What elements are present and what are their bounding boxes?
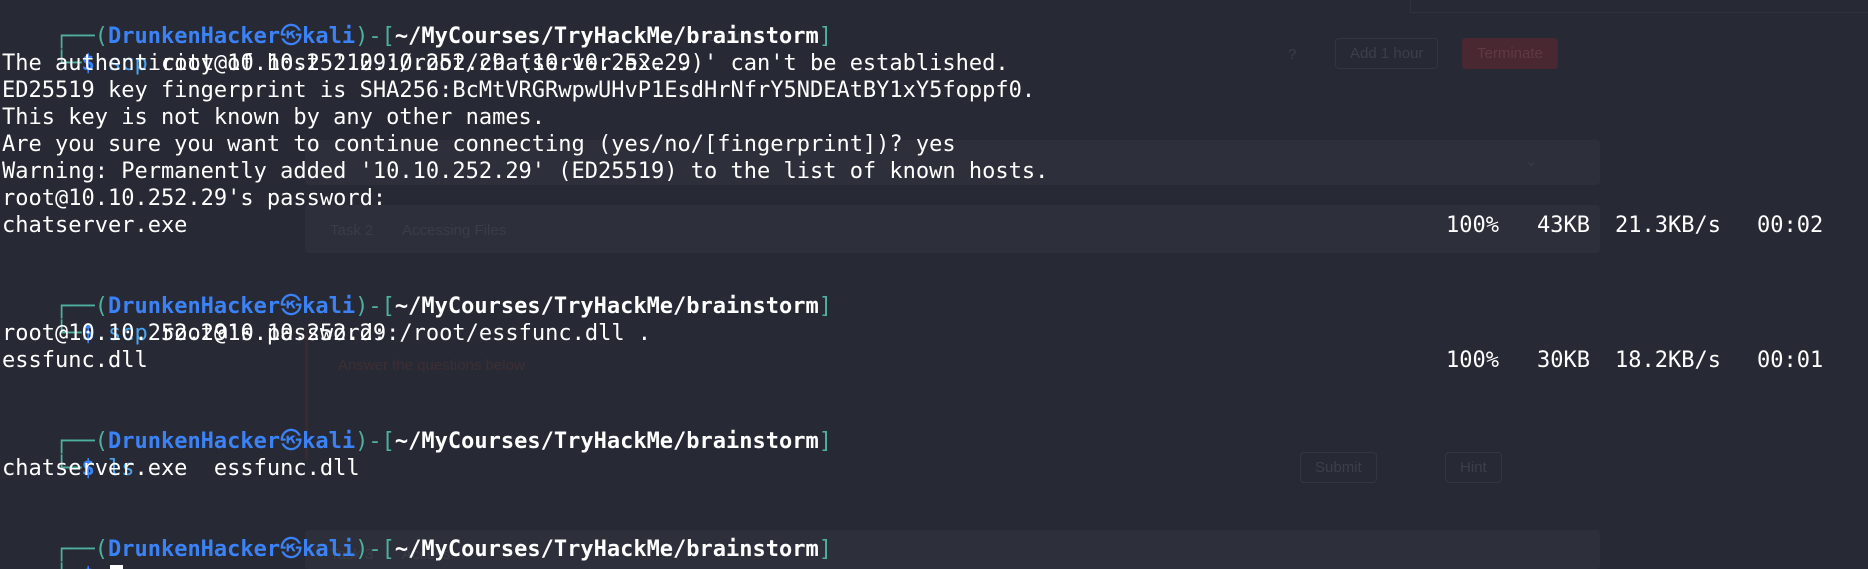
command-line: └─$ ls: [2, 428, 135, 481]
transfer-time: 00:01: [1757, 348, 1824, 373]
output-line: Warning: Permanently added '10.10.252.29…: [2, 159, 1049, 184]
transfer-size: 43KB: [1537, 213, 1590, 238]
prompt-user: DrunkenHacker: [107, 537, 281, 562]
prompt-line: ┌──(DrunkenHacker㉿kali)-[~/MyCourses/Try…: [2, 0, 832, 49]
transfer-rate: 21.3KB/s: [1615, 213, 1721, 238]
prompt-frame: ]: [818, 429, 832, 454]
output-line: root@10.10.252.29's password:: [2, 186, 400, 211]
transfer-time: 00:02: [1757, 213, 1824, 238]
background-divider: [1410, 0, 1868, 13]
prompt-line: ┌──(DrunkenHacker㉿kali)-[~/MyCourses/Try…: [2, 401, 832, 454]
transfer-percent: 100%: [1446, 348, 1499, 373]
prompt-cwd: ~/MyCourses/TryHackMe/brainstorm: [394, 429, 819, 454]
prompt-frame: )-[: [355, 537, 395, 562]
transfer-size: 30KB: [1537, 348, 1590, 373]
ls-output: chatserver.exe essfunc.dll: [2, 456, 360, 481]
transfer-percent: 100%: [1446, 213, 1499, 238]
prompt-frame: ]: [818, 294, 832, 319]
prompt-host: kali: [302, 537, 356, 562]
transfer-file: chatserver.exe: [2, 213, 188, 238]
answer-prompt: Answer the questions below: [338, 357, 525, 374]
prompt-frame: └─: [55, 564, 82, 569]
prompt-dollar: $: [81, 564, 94, 569]
chevron-down-icon: ⌄: [1525, 153, 1538, 170]
command-line: └─$ scp root@10.10.252.29:/root/chatserv…: [2, 23, 691, 76]
text-cursor[interactable]: [109, 565, 123, 569]
output-line: ED25519 key fingerprint is SHA256:BcMtVR…: [2, 78, 1036, 103]
prompt-at-icon: ㉿: [280, 537, 303, 562]
prompt-line: ┌──(DrunkenHacker㉿kali)-[~/MyCourses/Try…: [2, 266, 832, 319]
terminate-button: Terminate: [1462, 38, 1558, 69]
prompt-at-icon: ㉿: [280, 429, 303, 454]
transfer-rate: 18.2KB/s: [1615, 348, 1721, 373]
output-line: Are you sure you want to continue connec…: [2, 132, 956, 157]
task-title: Accessing Files: [402, 222, 507, 239]
command-line: └─$ scp root@10.10.252.29:/root/essfunc.…: [2, 293, 651, 346]
prompt-line: ┌──(DrunkenHacker㉿kali)-[~/MyCourses/Try…: [2, 509, 832, 562]
prompt-frame: ]: [818, 537, 832, 562]
active-command-line[interactable]: └─$: [2, 536, 123, 569]
prompt-cwd: ~/MyCourses/TryHackMe/brainstorm: [394, 537, 819, 562]
add-hour-button: Add 1 hour: [1335, 38, 1439, 69]
output-line: root@10.10.252.29's password:: [2, 321, 400, 346]
hint-button: Hint: [1445, 452, 1502, 483]
submit-button: Submit: [1300, 452, 1377, 483]
prompt-frame: )-[: [355, 429, 395, 454]
task-label: Task 2: [330, 222, 374, 239]
transfer-file: essfunc.dll: [2, 348, 148, 373]
prompt-frame: ]: [818, 24, 832, 49]
help-icon: ?: [1288, 46, 1297, 63]
output-line: The authenticity of host '10.10.252.29 (…: [2, 51, 1009, 76]
output-line: This key is not known by any other names…: [2, 105, 546, 130]
prompt-host: kali: [302, 429, 356, 454]
